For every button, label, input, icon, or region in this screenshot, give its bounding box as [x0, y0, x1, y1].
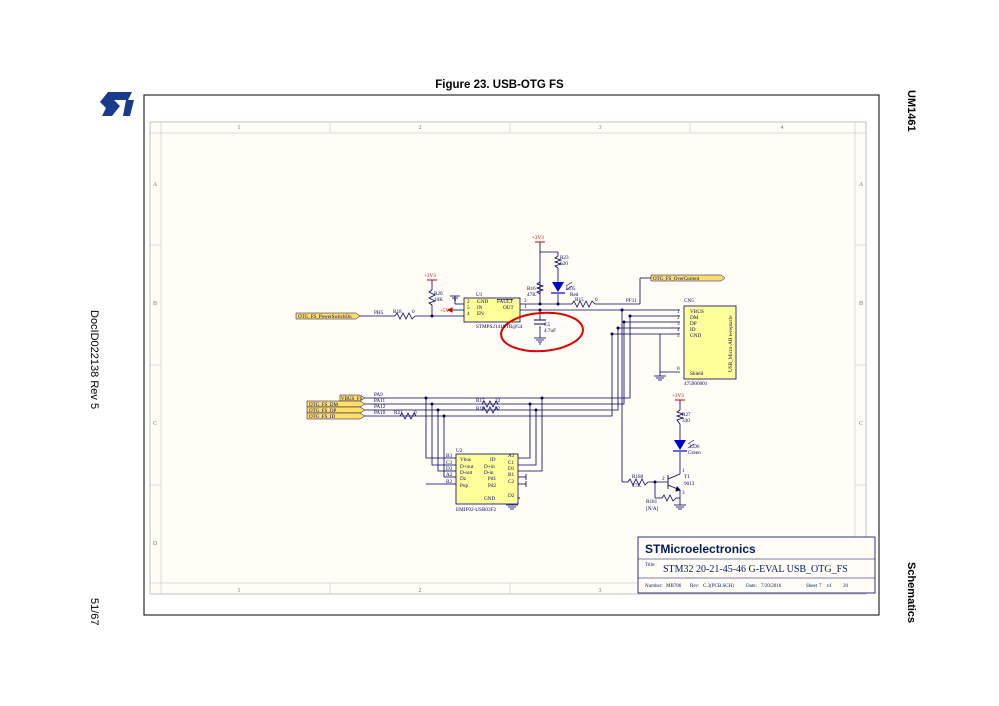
inner-frame: [149, 121, 867, 595]
r18-ref: R18: [393, 309, 402, 315]
r181-ref: R181: [646, 499, 658, 505]
t1-pin-2: 2: [662, 476, 665, 482]
u2-pin-pup: Pup: [460, 483, 468, 489]
cn5-ref: CN5: [684, 298, 694, 304]
cn5-pin-num-5: 5: [677, 333, 680, 339]
u1-pin-num-1: 1: [524, 304, 527, 310]
frame-col-3-bottom: 3: [599, 588, 602, 594]
cn5-desc: USB_Micro-AB receptacle: [728, 315, 734, 372]
frame-row-b: B: [153, 301, 157, 307]
power-label-3v3-ld6: +3V3: [672, 393, 684, 399]
u2-pin-num-b2: B2: [446, 479, 452, 485]
u2-pin-gnd: GND: [484, 496, 495, 502]
title-block: STMicroelectronics Title: STM32 20-21-45…: [637, 536, 876, 594]
title-block-of-label: of: [827, 584, 832, 589]
net-power-switch-on: OTG_FS_PowerSwitchOn: [298, 315, 352, 320]
u2-pin-pd1: Pd1: [488, 476, 496, 482]
r180-value: 47K: [632, 483, 641, 489]
net-dp: OTG_FS_DP: [309, 409, 336, 414]
title-block-date-label: Date:: [746, 584, 757, 589]
u2-pin-pd2: Pd2: [488, 483, 496, 489]
power-label-3v3-ld5: +3V3: [532, 235, 544, 241]
pin-ph5: PH5: [374, 310, 384, 316]
title-block-title: STM32 20-21-45-46 G-EVAL USB_OTG_FS: [663, 564, 848, 575]
t1-pin-3: 3: [682, 490, 685, 496]
title-block-company: STMicroelectronics: [645, 542, 756, 556]
net-id: OTG_FS_ID: [309, 415, 336, 420]
t1-value: 9013: [684, 481, 695, 487]
frame-row-a-right: A: [859, 182, 864, 188]
u1-pin-out: OUT: [503, 305, 514, 311]
u2-pin-id: ID: [490, 457, 496, 463]
power-label-3v3-r20: +3V3: [424, 273, 436, 279]
r16-value: 47K: [527, 292, 536, 298]
frame-col-2: 2: [419, 125, 422, 131]
r19-value: 22: [495, 406, 501, 412]
frame-col-2-bottom: 2: [419, 588, 422, 594]
title-block-sheet-label: Sheet: [806, 584, 818, 589]
net-vbus: VBUS_FS: [341, 397, 363, 402]
u2-pin-num-d2: D2: [508, 493, 515, 499]
r19-ref: R19: [476, 406, 485, 412]
u2-part: EMIF02-USB03F2: [456, 507, 496, 513]
r15-value: 0: [595, 297, 598, 303]
u1-ref: U1: [476, 292, 483, 298]
u2-pin-num-a3: A3: [508, 453, 515, 459]
frame-row-c-right: C: [859, 421, 863, 427]
cn5-pin-gnd: GND: [690, 333, 701, 339]
r18-value: 0: [412, 309, 415, 315]
u2-pin-num-c2: C2: [508, 479, 514, 485]
frame-col-1-bottom: 1: [238, 588, 241, 594]
u2-pin-num-b1: B1: [508, 472, 514, 478]
st-logo: [100, 92, 134, 116]
title-block-number-label: Number:: [645, 584, 663, 589]
r15-ref: R15: [575, 297, 584, 303]
frame-row-b-right: B: [859, 301, 863, 307]
pin-pf11: PF11: [626, 298, 637, 304]
frame-col-3: 3: [599, 125, 602, 131]
r17-value: 22: [495, 398, 501, 404]
r180-ref: R180: [632, 474, 644, 480]
t1-pin-1: 1: [682, 468, 685, 474]
pin-pa10: PA10: [374, 410, 386, 416]
ld6-value: Green: [688, 450, 701, 456]
cn5-pin-shield: Shield: [690, 371, 704, 377]
power-label-5v: +5V: [440, 308, 450, 314]
u1-pin-en: EN: [477, 311, 484, 317]
schematic-canvas: 1 2 3 4 1 2 3 4 A B C D A B C D: [100, 92, 880, 616]
title-block-number: MB786: [666, 584, 682, 589]
cn5-pin-num-0: 0: [677, 366, 680, 372]
r27-value: 330: [682, 418, 690, 424]
r23-value: 620: [560, 261, 568, 267]
u1-pin-num-4: 4: [467, 311, 470, 317]
frame-col-1: 1: [238, 125, 241, 131]
frame-row-a: A: [153, 182, 158, 188]
r21-ref: R21: [394, 410, 403, 416]
title-block-rev: C.3(PCB.SCH): [703, 584, 734, 589]
title-block-date: 7/20/2016: [761, 584, 782, 589]
c5-value: 4.7uF: [544, 328, 556, 334]
title-block-title-label: Title:: [645, 563, 656, 568]
frame-col-4: 4: [781, 125, 784, 131]
frame-row-c: C: [153, 421, 157, 427]
u1-part: STMPS2141STR@54: [476, 324, 523, 330]
u2-pin-dz: Dz: [460, 476, 467, 482]
t1-ref: T1: [684, 474, 690, 480]
r17-ref: R17: [476, 398, 485, 404]
u2-ref: U2: [456, 448, 463, 454]
u2-pin-vbus: Vbus: [460, 457, 471, 463]
u2-pin-num-b3: B3: [446, 453, 452, 459]
r21-value: 0: [414, 410, 417, 416]
net-over-current: OTG_FS_OverCurrent: [653, 277, 700, 282]
frame-row-d: D: [153, 541, 158, 547]
net-dm: OTG_FS_DM: [309, 403, 338, 408]
title-block-sheets: 20: [843, 584, 849, 589]
r20-value: 10K: [434, 297, 443, 303]
cn5-part: 475900001: [684, 381, 708, 387]
u2-pin-num-a2: A2: [446, 472, 453, 478]
title-block-rev-label: Rev:: [690, 584, 699, 589]
r181-value: [N/A]: [646, 506, 659, 512]
